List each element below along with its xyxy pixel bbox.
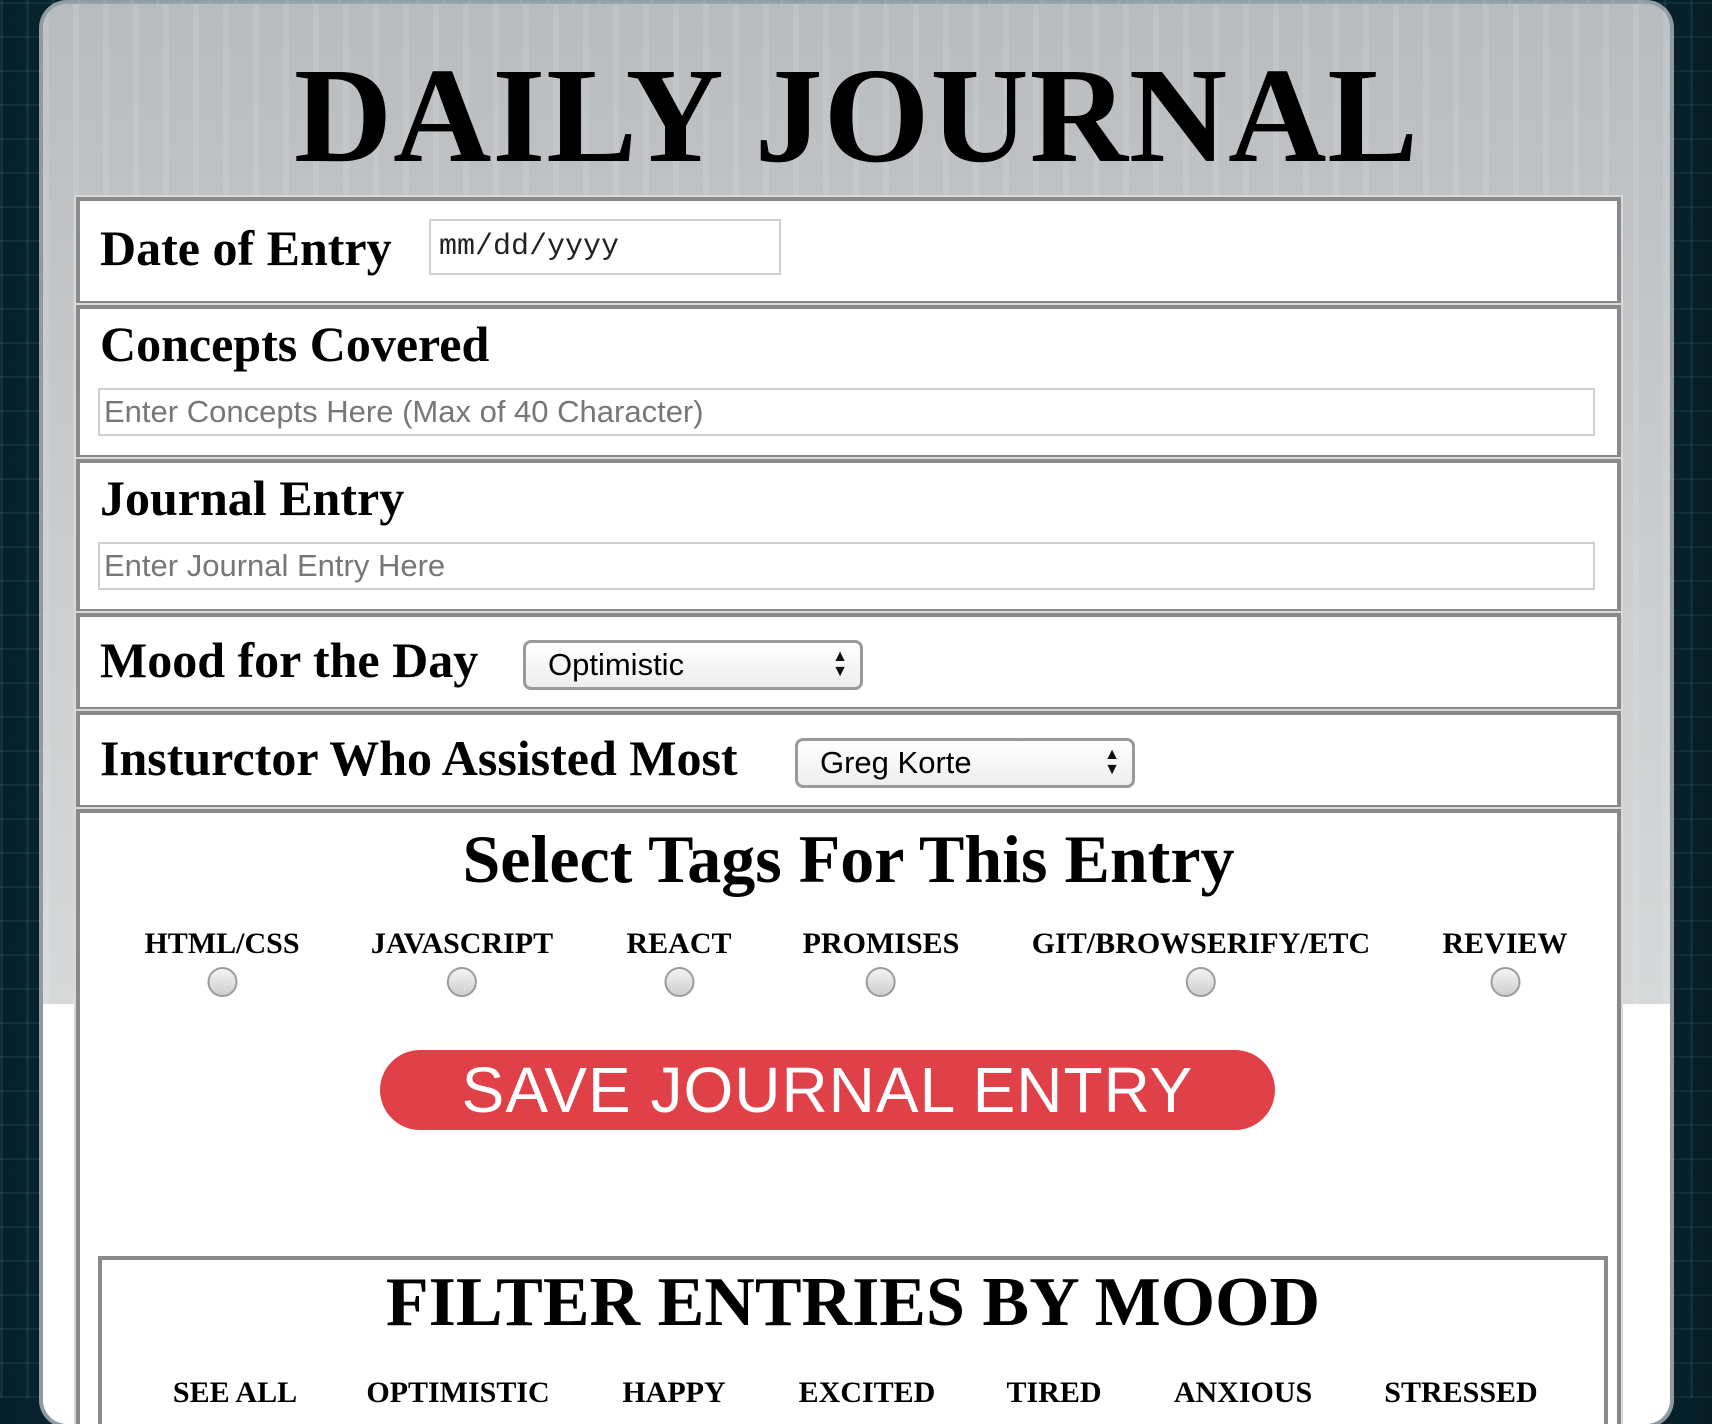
tag-radio-review[interactable] — [1490, 967, 1520, 997]
filter-excited[interactable]: EXCITED — [799, 1376, 936, 1410]
tag-label: REVIEW — [1442, 927, 1568, 960]
date-section: Date of Entry mm/dd/yyyy — [74, 195, 1623, 307]
journal-label: Journal Entry — [100, 470, 405, 526]
tag-label: REACT — [626, 927, 732, 960]
tag-radio-git-browserify[interactable] — [1185, 967, 1216, 997]
filter-optimistic[interactable]: OPTIMISTIC — [366, 1376, 549, 1410]
date-input[interactable]: mm/dd/yyyy — [429, 219, 781, 275]
date-label: Date of Entry — [100, 220, 392, 276]
tag-radio-html-css[interactable] — [206, 967, 237, 997]
mood-section: Mood for the Day Optimistic ▲ ▼ — [74, 611, 1623, 713]
instructor-selected-value: Greg Korte — [820, 745, 972, 780]
instructor-section: Insturctor Who Assisted Most Greg Korte … — [74, 709, 1623, 811]
tag-label: HTML/CSS — [144, 927, 300, 960]
tag-radio-javascript[interactable] — [446, 967, 477, 997]
journal-section: Journal Entry Enter Journal Entry Here — [74, 457, 1623, 615]
concepts-section: Concepts Covered Enter Concepts Here (Ma… — [74, 303, 1623, 461]
tags-title: Select Tags For This Entry — [462, 821, 1235, 897]
tag-review: REVIEW — [1442, 927, 1568, 997]
tag-radio-react[interactable] — [663, 967, 694, 997]
save-journal-entry-button[interactable]: SAVE JOURNAL ENTRY — [380, 1050, 1275, 1130]
select-arrows-icon: ▲ ▼ — [832, 648, 848, 680]
journal-panel: DAILY JOURNAL Date of Entry mm/dd/yyyy C… — [43, 4, 1670, 1424]
instructor-label: Insturctor Who Assisted Most — [100, 730, 738, 786]
instructor-select[interactable]: Greg Korte ▲ ▼ — [795, 738, 1135, 788]
tag-promises: PROMISES — [802, 927, 960, 997]
filter-stressed[interactable]: STRESSED — [1384, 1376, 1537, 1410]
tag-radio-promises[interactable] — [865, 967, 896, 997]
concepts-input[interactable]: Enter Concepts Here (Max of 40 Character… — [98, 388, 1595, 436]
filter-happy[interactable]: HAPPY — [622, 1376, 725, 1410]
tag-git-browserify: GIT/BROWSERIFY/ETC — [1032, 927, 1370, 997]
mood-label: Mood for the Day — [100, 632, 479, 688]
concepts-label: Concepts Covered — [100, 316, 490, 372]
tag-react: REACT — [626, 927, 732, 997]
filter-title: FILTER ENTRIES BY MOOD — [385, 1264, 1321, 1341]
mood-selected-value: Optimistic — [548, 647, 685, 682]
tag-label: GIT/BROWSERIFY/ETC — [1031, 927, 1371, 960]
tag-javascript: JAVASCRIPT — [371, 927, 553, 997]
tag-label: JAVASCRIPT — [370, 927, 554, 960]
filter-section: FILTER ENTRIES BY MOOD SEE ALL OPTIMISTI… — [98, 1256, 1608, 1424]
page-title: DAILY JOURNAL — [293, 41, 1420, 191]
filter-anxious[interactable]: ANXIOUS — [1174, 1376, 1312, 1410]
tag-html-css: HTML/CSS — [144, 927, 300, 997]
tag-label: PROMISES — [802, 927, 960, 960]
filter-see-all[interactable]: SEE ALL — [173, 1376, 297, 1410]
mood-select[interactable]: Optimistic ▲ ▼ — [523, 640, 863, 690]
select-arrows-icon: ▲ ▼ — [1104, 746, 1120, 778]
journal-input[interactable]: Enter Journal Entry Here — [98, 542, 1595, 590]
filter-tired[interactable]: TIRED — [1006, 1376, 1101, 1410]
